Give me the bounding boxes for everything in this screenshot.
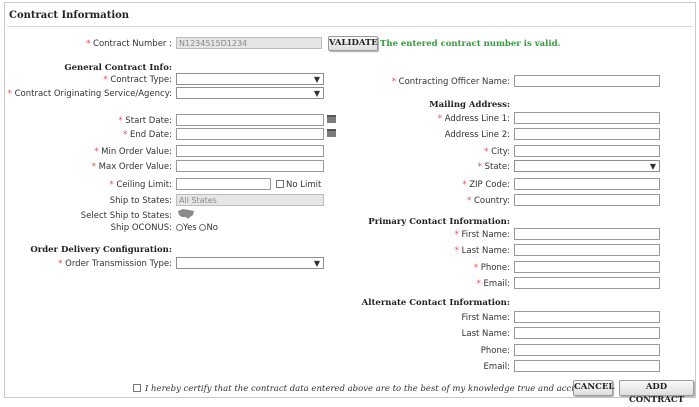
state-label: * State: xyxy=(477,162,510,172)
address-line1-label: * Address Line 1: xyxy=(437,114,510,124)
city-label: * City: xyxy=(484,147,510,157)
ceiling-limit-input[interactable] xyxy=(176,178,271,190)
chevron-down-icon: ▼ xyxy=(313,259,320,268)
chevron-down-icon: ▼ xyxy=(313,75,320,84)
start-date-input[interactable] xyxy=(176,114,324,126)
alternate-email-input[interactable] xyxy=(514,360,660,372)
no-limit-checkbox[interactable] xyxy=(276,180,284,188)
chevron-down-icon: ▼ xyxy=(649,162,656,171)
min-order-input[interactable] xyxy=(176,145,324,157)
ship-to-states-field: All States xyxy=(176,194,324,206)
order-delivery-heading: Order Delivery Configuration: xyxy=(30,245,172,255)
us-map-icon[interactable] xyxy=(177,208,195,220)
mailing-address-heading: Mailing Address: xyxy=(429,100,510,110)
ship-oconus-label: Ship OCONUS: xyxy=(110,223,172,233)
contracting-officer-label: * Contracting Officer Name: xyxy=(391,77,510,87)
end-date-label: * End Date: xyxy=(123,130,172,140)
alternate-contact-heading: Alternate Contact Information: xyxy=(361,298,510,308)
max-order-input[interactable] xyxy=(176,160,324,172)
alternate-phone-input[interactable] xyxy=(514,344,660,356)
oconus-yes-label: Yes xyxy=(183,223,197,233)
alternate-first-name-input[interactable] xyxy=(514,311,660,323)
alternate-last-name-input[interactable] xyxy=(514,327,660,339)
primary-phone-input[interactable] xyxy=(514,261,660,273)
originating-agency-select[interactable]: ▼ xyxy=(176,87,324,99)
add-contract-button[interactable]: ADD CONTRACT xyxy=(619,380,694,405)
contract-type-select[interactable]: ▼ xyxy=(176,73,324,85)
end-date-input[interactable] xyxy=(176,128,324,140)
contracting-officer-input[interactable] xyxy=(514,75,660,87)
transmission-type-select[interactable]: ▼ xyxy=(176,257,324,269)
certify-checkbox[interactable] xyxy=(133,384,141,392)
max-order-label: * Max Order Value: xyxy=(91,162,172,172)
transmission-type-label: * Order Transmission Type: xyxy=(58,259,172,269)
address-line2-label: Address Line 2: xyxy=(444,130,510,140)
primary-email-input[interactable] xyxy=(514,277,660,289)
oconus-yes-radio[interactable] xyxy=(176,224,183,231)
primary-first-name-label: * First Name: xyxy=(454,230,510,240)
country-input[interactable] xyxy=(514,194,660,206)
primary-email-label: * Email: xyxy=(476,279,510,289)
ship-oconus-radios: Yes No xyxy=(176,223,218,233)
chevron-down-icon: ▼ xyxy=(313,89,320,98)
validation-message: The entered contract number is valid. xyxy=(380,39,561,49)
originating-agency-label: * Contract Originating Service/Agency: xyxy=(7,89,172,99)
ceiling-limit-label: * Ceiling Limit: xyxy=(109,180,172,190)
primary-phone-label: * Phone: xyxy=(473,263,510,273)
address-line2-input[interactable] xyxy=(514,128,660,140)
primary-last-name-label: * Last Name: xyxy=(454,246,510,256)
primary-first-name-input[interactable] xyxy=(514,228,660,240)
no-limit-label: No Limit xyxy=(286,180,322,190)
ship-to-states-label: Ship to States: xyxy=(109,196,172,206)
alternate-first-name-label: First Name: xyxy=(461,313,510,323)
page-title: Contract Information xyxy=(9,10,130,21)
contract-number-label: * Contract Number : xyxy=(86,39,172,49)
zip-code-label: * ZIP Code: xyxy=(462,180,510,190)
calendar-icon[interactable] xyxy=(327,129,336,137)
zip-code-input[interactable] xyxy=(514,178,660,190)
start-date-label: * Start Date: xyxy=(118,116,172,126)
address-line1-input[interactable] xyxy=(514,112,660,124)
calendar-icon[interactable] xyxy=(327,115,336,123)
city-input[interactable] xyxy=(514,145,660,157)
alternate-email-label: Email: xyxy=(483,362,510,372)
validate-button[interactable]: VALIDATE xyxy=(328,36,378,51)
alternate-last-name-label: Last Name: xyxy=(461,329,510,339)
contract-type-label: * Contract Type: xyxy=(103,75,172,85)
alternate-phone-label: Phone: xyxy=(480,346,510,356)
cancel-button[interactable]: CANCEL xyxy=(573,380,614,396)
certify-statement: I hereby certify that the contract data … xyxy=(145,384,598,394)
select-ship-to-label: Select Ship to States: xyxy=(80,211,172,221)
contract-number-field: N1234515D1234 xyxy=(176,37,322,49)
general-contract-heading: General Contract Info: xyxy=(64,63,172,73)
oconus-no-label: No xyxy=(206,223,218,233)
state-select[interactable]: ▼ xyxy=(514,160,660,172)
country-label: * Country: xyxy=(467,196,510,206)
primary-contact-heading: Primary Contact Information: xyxy=(368,217,510,227)
primary-last-name-input[interactable] xyxy=(514,244,660,256)
min-order-label: * Min Order Value: xyxy=(94,147,172,157)
title-divider xyxy=(7,26,693,27)
